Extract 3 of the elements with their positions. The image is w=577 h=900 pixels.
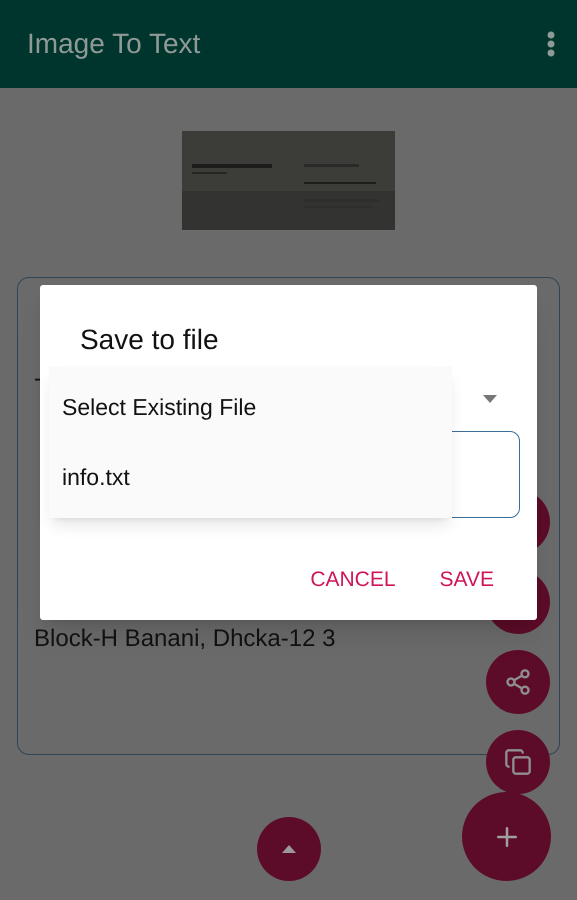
text-line: Block-H Banani, Dhcka-12 3 <box>34 624 336 654</box>
dialog-title: Save to file <box>80 323 220 357</box>
app-title: Image To Text <box>27 27 200 61</box>
